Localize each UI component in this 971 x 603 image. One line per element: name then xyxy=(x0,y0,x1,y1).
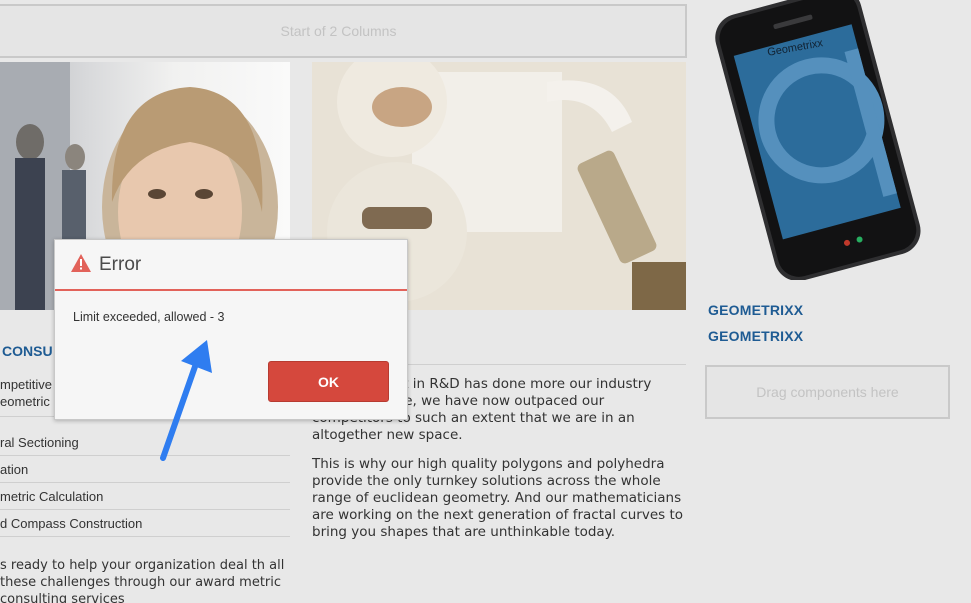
list-item[interactable]: d Compass Construction xyxy=(0,510,290,537)
warning-icon xyxy=(71,253,91,276)
list-item-label: ral Sectioning xyxy=(0,435,79,450)
geometrixx-link-1[interactable]: GEOMETRIXX xyxy=(708,302,803,318)
ok-button[interactable]: OK xyxy=(268,361,389,402)
error-dialog: Error Limit exceeded, allowed - 3 OK xyxy=(54,239,408,420)
start-columns-label: Start of 2 Columns xyxy=(280,23,397,39)
list-item-label: d Compass Construction xyxy=(0,516,143,531)
list-item-label: metric Calculation xyxy=(0,489,104,504)
dialog-message: Limit exceeded, allowed - 3 xyxy=(73,310,225,324)
list-item[interactable]: metric Calculation xyxy=(0,483,290,510)
geometrixx-link-2[interactable]: GEOMETRIXX xyxy=(708,328,803,344)
list-item[interactable]: ral Sectioning xyxy=(0,429,290,456)
list-item-label: ation xyxy=(0,462,29,477)
start-columns-placeholder[interactable]: Start of 2 Columns xyxy=(0,4,687,58)
drag-components-placeholder[interactable]: Drag components here xyxy=(705,365,950,419)
dialog-header: Error xyxy=(55,240,407,291)
annotation-arrow xyxy=(160,340,212,461)
right-paragraph-2: This is why our high quality polygons an… xyxy=(312,456,684,540)
drag-components-label: Drag components here xyxy=(756,384,899,400)
list-item[interactable]: ation xyxy=(0,456,290,483)
phone-image: Geometrixx xyxy=(712,0,937,282)
left-section-heading: CONSU xyxy=(2,343,53,359)
dialog-title: Error xyxy=(99,253,142,275)
left-paragraph: s ready to help your organization deal t… xyxy=(0,558,285,603)
